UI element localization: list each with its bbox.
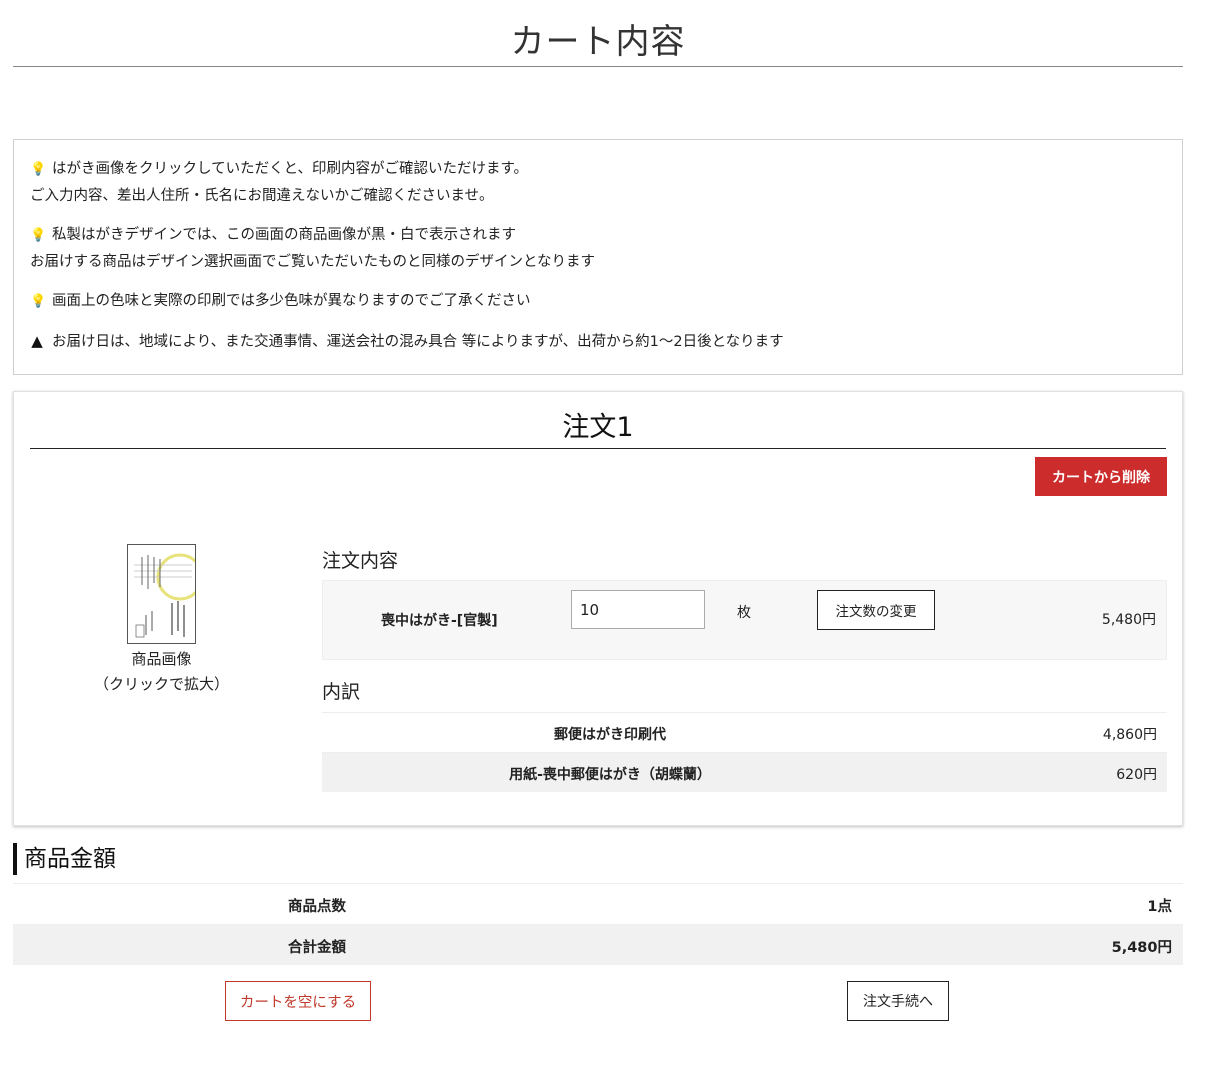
- notice-2: 💡 私製はがきデザインでは、この画面の商品画像が黒・白で表示されます お届けする商…: [30, 222, 1166, 275]
- warning-icon: ▲: [31, 332, 43, 350]
- notice-4: ▲ お届け日は、地域により、また交通事情、運送会社の混み具合 等によりますが、出荷…: [30, 328, 1166, 355]
- breakdown-heading: 内訳: [322, 681, 361, 703]
- quantity-unit: 枚: [737, 605, 751, 621]
- summary-row: 商品点数 1点: [13, 883, 1183, 924]
- product-image[interactable]: [127, 544, 196, 644]
- summary-value: 1点: [1147, 899, 1172, 915]
- notice-box: 💡 はがき画像をクリックしていただくと、印刷内容がご確認いただけます。 ご入力内容…: [13, 139, 1183, 375]
- empty-cart-button[interactable]: カートを空にする: [225, 981, 371, 1021]
- summary-label: 商品点数: [288, 899, 346, 915]
- image-caption-line-2: （クリックで拡大）: [93, 675, 229, 693]
- breakdown-table: 郵便はがき印刷代 4,860円 用紙-喪中郵便はがき（胡蝶蘭） 620円: [322, 712, 1167, 792]
- breakdown-value: 4,860円: [1102, 727, 1157, 743]
- order-contents-heading: 注文内容: [322, 550, 399, 572]
- breakdown-label: 用紙-喪中郵便はがき（胡蝶蘭）: [509, 767, 711, 783]
- notice-1-line-1: はがき画像をクリックしていただくと、印刷内容がご確認いただけます。: [52, 161, 529, 177]
- order-title: 注文1: [30, 408, 1166, 449]
- summary-table: 商品点数 1点 合計金額 5,480円: [13, 883, 1183, 965]
- summary-row: 合計金額 5,480円: [13, 924, 1183, 965]
- order-price: 5,480円: [1101, 612, 1156, 628]
- remove-from-cart-button[interactable]: カートから削除: [1035, 457, 1167, 496]
- notice-1: 💡 はがき画像をクリックしていただくと、印刷内容がご確認いただけます。 ご入力内容…: [30, 156, 1166, 209]
- image-caption-line-1: 商品画像: [131, 650, 192, 668]
- summary-value: 5,480円: [1111, 940, 1172, 956]
- lightbulb-icon: 💡: [30, 162, 47, 177]
- notice-4-line-1: お届け日は、地域により、また交通事情、運送会社の混み具合 等によりますが、出荷か…: [52, 334, 784, 350]
- order-row: 喪中はがき-[官製] 枚 注文数の変更 5,480円: [322, 580, 1167, 660]
- quantity-input[interactable]: [571, 590, 705, 629]
- order-card: 注文1 カートから削除 商品画像 （クリックで拡大） 注文内容 喪中はがき-[官…: [13, 391, 1183, 826]
- postcard-thumbnail-icon: [128, 545, 195, 643]
- breakdown-row: 用紙-喪中郵便はがき（胡蝶蘭） 620円: [322, 752, 1167, 792]
- summary-label: 合計金額: [288, 940, 346, 956]
- checkout-button[interactable]: 注文手続へ: [847, 981, 949, 1021]
- breakdown-row: 郵便はがき印刷代 4,860円: [322, 712, 1167, 752]
- notice-3-line-1: 画面上の色味と実際の印刷では多少色味が異なりますのでご了承ください: [52, 293, 531, 309]
- change-quantity-button[interactable]: 注文数の変更: [817, 590, 935, 630]
- notice-2-line-1: 私製はがきデザインでは、この画面の商品画像が黒・白で表示されます: [52, 227, 516, 243]
- image-caption: 商品画像 （クリックで拡大）: [74, 647, 249, 697]
- summary-heading: 商品金額: [13, 843, 116, 875]
- notice-2-line-2: お届けする商品はデザイン選択画面でご覧いただいたものと同様のデザインとなります: [30, 254, 596, 270]
- lightbulb-icon: 💡: [30, 294, 47, 309]
- notice-1-line-2: ご入力内容、差出人住所・氏名にお間違えないかご確認くださいませ。: [30, 188, 494, 204]
- breakdown-label: 郵便はがき印刷代: [554, 727, 666, 743]
- lightbulb-icon: 💡: [30, 228, 47, 243]
- page-title-text: カート内容: [510, 22, 686, 62]
- page-title: カート内容: [13, 18, 1183, 67]
- notice-3: 💡 画面上の色味と実際の印刷では多少色味が異なりますのでご了承ください: [30, 288, 1166, 315]
- breakdown-value: 620円: [1116, 767, 1157, 783]
- product-name: 喪中はがき-[官製]: [381, 613, 498, 629]
